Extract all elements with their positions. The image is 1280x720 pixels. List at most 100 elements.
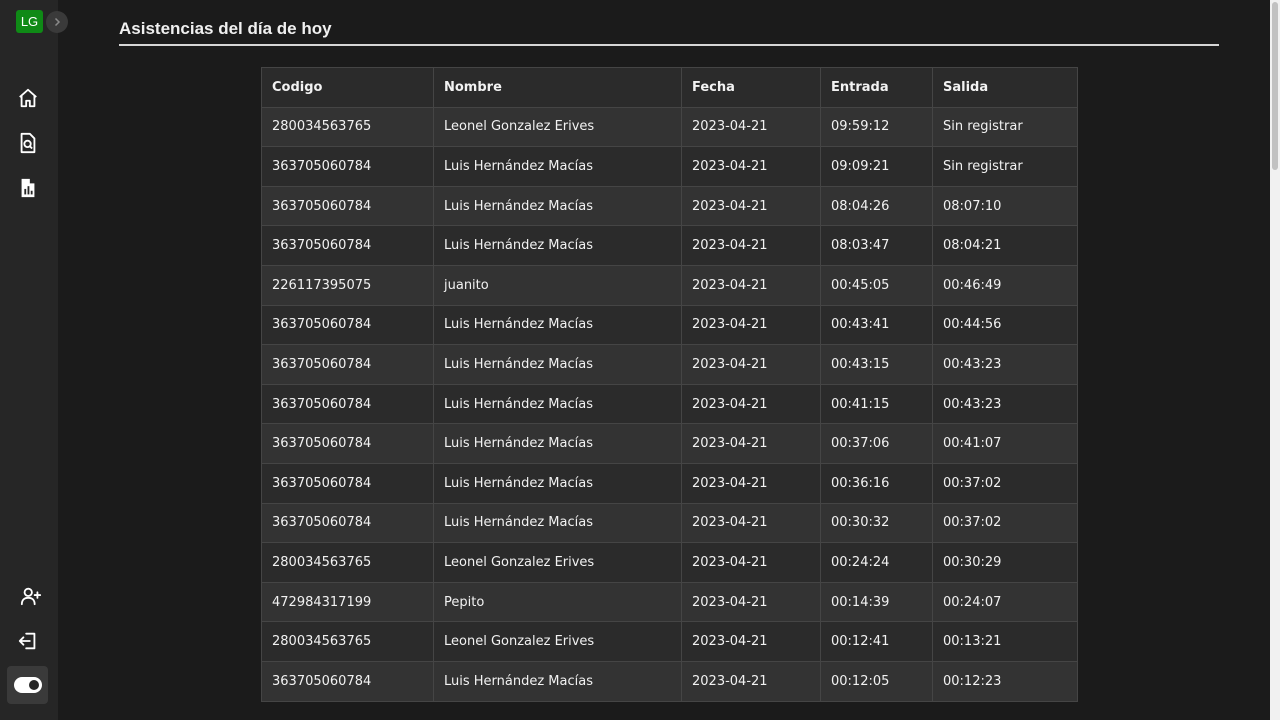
cell-entrada: 00:45:05 (820, 264, 933, 306)
cell-fecha: 2023-04-21 (681, 106, 821, 148)
cell-nombre: Luis Hernández Macías (433, 502, 682, 544)
cell-fecha: 2023-04-21 (681, 423, 821, 464)
cell-nombre: Luis Hernández Macías (433, 304, 682, 346)
cell-codigo: 363705060784 (261, 383, 434, 425)
cell-nombre: Luis Hernández Macías (433, 225, 682, 266)
table-row: 280034563765 Leonel Gonzalez Erives 2023-0… (261, 621, 1078, 662)
cell-codigo: 363705060784 (261, 502, 434, 544)
table-row: 363705060784 Luis Hernández Macías 2023-04… (261, 383, 1078, 425)
cell-fecha: 2023-04-21 (681, 185, 821, 227)
logout-icon[interactable] (16, 629, 40, 653)
table-row: 363705060784 Luis Hernández Macías 2023-04… (261, 225, 1078, 266)
home-icon[interactable] (16, 86, 40, 110)
cell-salida: 00:44:56 (932, 304, 1078, 346)
theme-toggle-icon (13, 677, 42, 693)
table-row: 363705060784 Luis Hernández Macías 2023-04… (261, 660, 1078, 702)
cell-codigo: 363705060784 (261, 225, 434, 266)
cell-codigo: 226117395075 (261, 264, 434, 306)
cell-nombre: Leonel Gonzalez Erives (433, 106, 682, 148)
cell-fecha: 2023-04-21 (681, 660, 821, 702)
cell-salida: 08:04:21 (932, 225, 1078, 266)
table-row: 280034563765 Leonel Gonzalez Erives 2023-0… (261, 542, 1078, 583)
add-user-icon[interactable] (19, 584, 43, 608)
table-row: 363705060784 Luis Hernández Macías 2023-04… (261, 185, 1078, 227)
cell-codigo: 363705060784 (261, 462, 434, 504)
cell-nombre: juanito (433, 264, 682, 306)
cell-nombre: Luis Hernández Macías (433, 344, 682, 385)
avatar[interactable]: LG (16, 10, 43, 33)
cell-fecha: 2023-04-21 (681, 462, 821, 504)
cell-salida: 00:43:23 (932, 344, 1078, 385)
cell-entrada: 09:59:12 (820, 106, 933, 148)
table-header-row: Codigo Nombre Fecha Entrada Salida (261, 67, 1078, 108)
cell-codigo: 280034563765 (261, 542, 434, 583)
cell-entrada: 00:30:32 (820, 502, 933, 544)
cell-entrada: 00:14:39 (820, 581, 933, 623)
scrollbar-thumb[interactable] (1272, 2, 1278, 170)
attendance-table: Codigo Nombre Fecha Entrada Salida 28003… (261, 67, 1078, 702)
column-header-entrada: Entrada (820, 67, 933, 108)
cell-fecha: 2023-04-21 (681, 621, 821, 662)
cell-entrada: 08:03:47 (820, 225, 933, 266)
chevron-right-icon (54, 17, 61, 27)
cell-nombre: Luis Hernández Macías (433, 660, 682, 702)
cell-salida: 00:30:29 (932, 542, 1078, 583)
table-row: 363705060784 Luis Hernández Macías 2023-04… (261, 304, 1078, 346)
cell-codigo: 472984317199 (261, 581, 434, 623)
cell-salida: Sin registrar (932, 106, 1078, 148)
cell-salida: 08:07:10 (932, 185, 1078, 227)
cell-nombre: Luis Hernández Macías (433, 185, 682, 227)
cell-codigo: 280034563765 (261, 621, 434, 662)
cell-codigo: 363705060784 (261, 660, 434, 702)
theme-toggle[interactable] (7, 666, 48, 704)
cell-fecha: 2023-04-21 (681, 225, 821, 266)
column-header-codigo: Codigo (261, 67, 434, 108)
table-row: 363705060784 Luis Hernández Macías 2023-04… (261, 146, 1078, 187)
cell-entrada: 00:37:06 (820, 423, 933, 464)
report-chart-icon[interactable] (16, 176, 40, 200)
cell-nombre: Leonel Gonzalez Erives (433, 621, 682, 662)
sidebar-expand-button[interactable] (46, 11, 68, 33)
title-divider (119, 44, 1219, 46)
table-row: 363705060784 Luis Hernández Macías 2023-04… (261, 344, 1078, 385)
cell-fecha: 2023-04-21 (681, 383, 821, 425)
cell-entrada: 00:41:15 (820, 383, 933, 425)
cell-fecha: 2023-04-21 (681, 264, 821, 306)
table-row: 363705060784 Luis Hernández Macías 2023-04… (261, 502, 1078, 544)
main-content: Asistencias del día de hoy Codigo Nombre… (58, 0, 1270, 720)
table-row: 226117395075 juanito 2023-04-21 00:45:05 00:… (261, 264, 1078, 306)
cell-entrada: 08:04:26 (820, 185, 933, 227)
cell-nombre: Luis Hernández Macías (433, 462, 682, 504)
cell-salida: 00:43:23 (932, 383, 1078, 425)
cell-codigo: 280034563765 (261, 106, 434, 148)
table-row: 363705060784 Luis Hernández Macías 2023-04… (261, 423, 1078, 464)
cell-codigo: 363705060784 (261, 423, 434, 464)
cell-salida: 00:37:02 (932, 462, 1078, 504)
cell-fecha: 2023-04-21 (681, 344, 821, 385)
cell-fecha: 2023-04-21 (681, 502, 821, 544)
cell-fecha: 2023-04-21 (681, 581, 821, 623)
cell-fecha: 2023-04-21 (681, 146, 821, 187)
cell-codigo: 363705060784 (261, 304, 434, 346)
column-header-nombre: Nombre (433, 67, 682, 108)
column-header-fecha: Fecha (681, 67, 821, 108)
cell-entrada: 00:12:05 (820, 660, 933, 702)
cell-nombre: Luis Hernández Macías (433, 146, 682, 187)
cell-codigo: 363705060784 (261, 146, 434, 187)
cell-salida: 00:37:02 (932, 502, 1078, 544)
scrollbar[interactable] (1270, 0, 1280, 720)
cell-salida: 00:46:49 (932, 264, 1078, 306)
document-search-icon[interactable] (16, 131, 40, 155)
cell-nombre: Pepito (433, 581, 682, 623)
cell-nombre: Luis Hernández Macías (433, 423, 682, 464)
cell-entrada: 00:43:15 (820, 344, 933, 385)
cell-entrada: 00:36:16 (820, 462, 933, 504)
cell-salida: 00:24:07 (932, 581, 1078, 623)
cell-fecha: 2023-04-21 (681, 304, 821, 346)
table-row: 363705060784 Luis Hernández Macías 2023-04… (261, 462, 1078, 504)
page-title: Asistencias del día de hoy (119, 19, 332, 38)
cell-codigo: 363705060784 (261, 185, 434, 227)
cell-nombre: Luis Hernández Macías (433, 383, 682, 425)
cell-salida: Sin registrar (932, 146, 1078, 187)
sidebar: LG (0, 0, 58, 720)
